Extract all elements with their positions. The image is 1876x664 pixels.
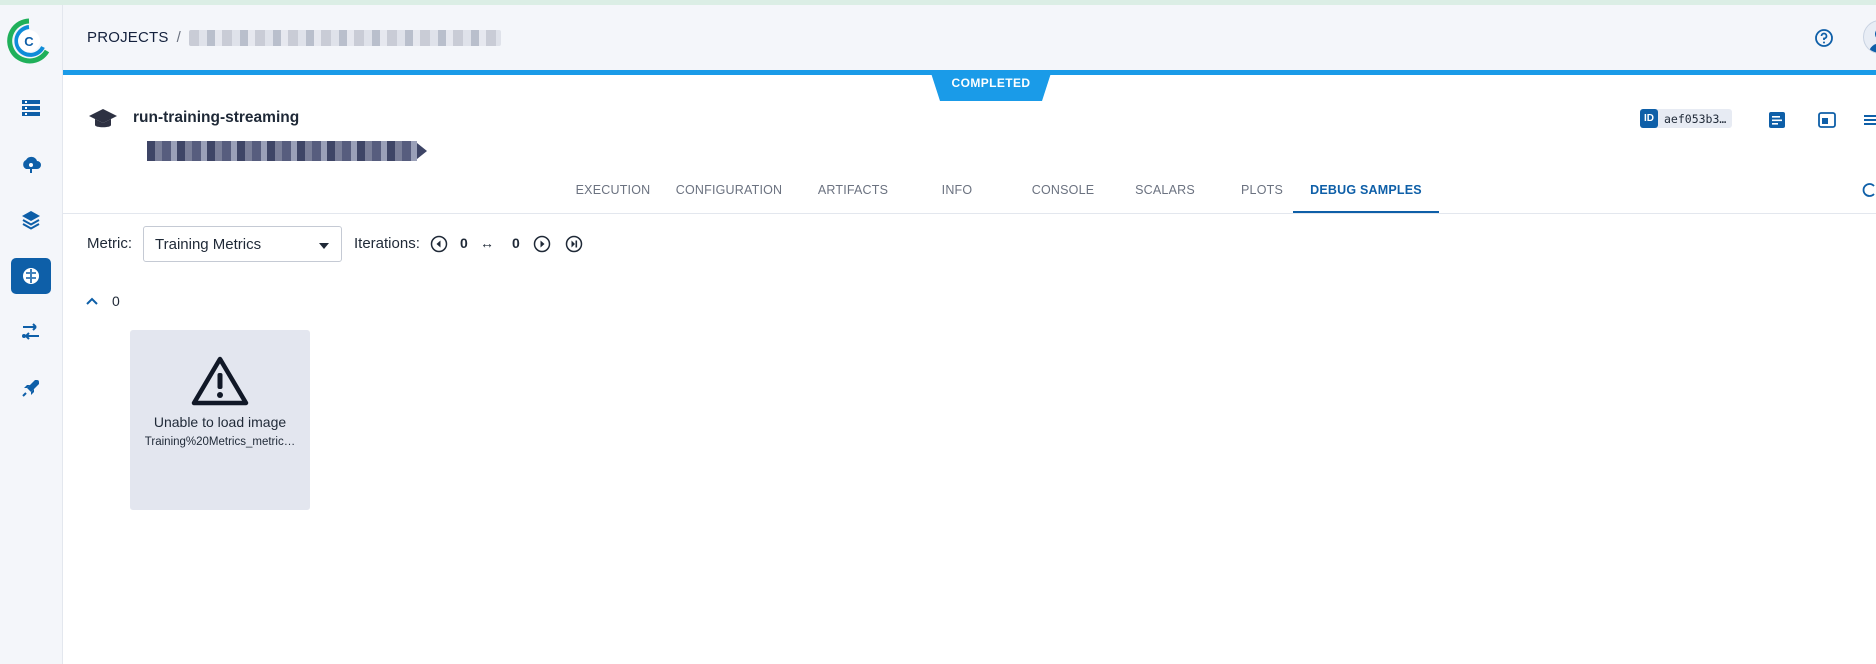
tab-execution[interactable]: EXECUTION [556, 173, 670, 213]
help-icon[interactable] [1813, 27, 1835, 49]
pipeline-icon [22, 323, 39, 340]
task-description-redacted [147, 141, 427, 161]
svg-text:C: C [24, 34, 34, 49]
nav-dashboard[interactable] [11, 90, 51, 126]
tab-info[interactable]: INFO [917, 173, 997, 213]
image-error-title: Unable to load image [153, 414, 287, 430]
metric-select-value: Training Metrics [155, 236, 262, 253]
tab-debug-samples[interactable]: DEBUG SAMPLES [1293, 173, 1439, 213]
tab-scalars[interactable]: SCALARS [1115, 173, 1215, 213]
breadcrumb-project-name-redacted[interactable] [188, 29, 501, 46]
nav-experiments[interactable] [11, 258, 51, 294]
metric-select[interactable]: Training Metrics [143, 226, 342, 262]
image-file-name: Training%20Metrics_metric… [144, 436, 296, 448]
nav-datasets[interactable] [11, 146, 51, 182]
task-name[interactable]: run-training-streaming [133, 109, 299, 127]
layers-icon [22, 211, 40, 230]
nav-pipelines[interactable] [11, 314, 51, 350]
tab-console[interactable]: CONSOLE [1011, 173, 1115, 213]
next-iteration-icon[interactable] [533, 235, 551, 253]
iteration-end: 0 [512, 235, 520, 251]
iteration-start: 0 [460, 235, 468, 251]
iteration-group-label: 0 [112, 293, 120, 309]
last-iteration-icon[interactable] [565, 235, 583, 253]
iterations-label: Iterations: [354, 235, 420, 252]
refresh-icon[interactable] [1862, 180, 1876, 200]
nav-deploy[interactable] [11, 370, 51, 406]
task-tabs: EXECUTION CONFIGURATION ARTIFACTS INFO C… [63, 173, 1876, 214]
metric-label: Metric: [87, 235, 132, 252]
nav-projects[interactable] [11, 202, 51, 238]
chevron-down-icon [319, 243, 329, 249]
dashboard-icon [22, 100, 40, 116]
tab-configuration[interactable]: CONFIGURATION [667, 173, 791, 213]
top-header: PROJECTS / [63, 5, 1876, 70]
layout-toggle-icon[interactable] [1816, 109, 1838, 131]
clearml-logo-icon[interactable]: C [7, 17, 51, 65]
status-badge: COMPLETED [930, 70, 1052, 101]
debug-sample-card[interactable]: Unable to load image Training%20Metrics_… [130, 330, 310, 510]
iteration-swap-icon: ↔ [480, 235, 494, 251]
sidebar: C [0, 5, 63, 664]
tab-artifacts[interactable]: ARTIFACTS [800, 173, 906, 213]
app-root: C PROJECTS / COMPLETED run-training-stre… [0, 0, 1876, 664]
breadcrumb: PROJECTS / [87, 29, 501, 46]
task-id-value: aef053b3… [1664, 111, 1727, 126]
id-tag: ID [1640, 109, 1658, 128]
task-id-chip[interactable]: ID aef053b3… [1640, 109, 1733, 128]
warning-icon [191, 356, 249, 406]
cloud-icon [23, 156, 41, 173]
info-panel-icon[interactable] [1766, 109, 1788, 131]
rocket-icon [22, 380, 39, 397]
user-icon [1869, 30, 1876, 53]
previous-iteration-icon[interactable] [430, 235, 448, 253]
chevron-up-icon[interactable] [85, 294, 99, 308]
graduation-cap-icon [89, 109, 117, 128]
status-label: COMPLETED [951, 76, 1031, 90]
menu-icon[interactable] [1862, 109, 1876, 131]
breadcrumb-separator: / [176, 29, 181, 46]
breadcrumb-projects-link[interactable]: PROJECTS [87, 29, 169, 46]
user-avatar[interactable] [1863, 20, 1876, 54]
brain-icon [23, 268, 39, 284]
